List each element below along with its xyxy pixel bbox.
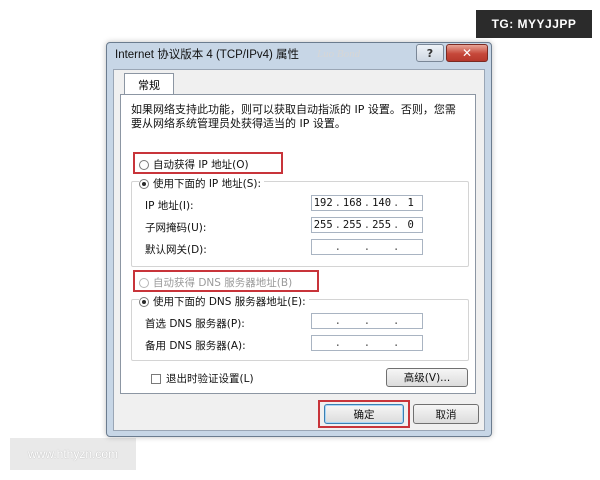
ip-address-input[interactable]: 192. 168. 140. 1 xyxy=(311,195,423,211)
radio-auto-dns-label: 自动获得 DNS 服务器地址(B) xyxy=(153,277,293,289)
validate-checkbox[interactable]: 退出时验证设置(L) xyxy=(151,371,254,386)
validate-checkbox-label: 退出时验证设置(L) xyxy=(166,373,254,385)
help-button[interactable]: ? xyxy=(416,44,444,62)
mask-seg-3: 255 xyxy=(372,219,392,231)
description-text: 如果网络支持此功能，则可以获取自动指派的 IP 设置。否则，您需要从网络系统管理… xyxy=(131,103,456,130)
radio-disabled-icon xyxy=(139,277,149,288)
mask-seg-1: 255 xyxy=(313,219,333,231)
preferred-dns-label: 首选 DNS 服务器(P): xyxy=(145,318,245,330)
gateway-input[interactable]: . . . xyxy=(311,239,423,255)
watermark-site: www.hthyzn.com xyxy=(10,438,136,470)
radio-manual-dns[interactable]: 使用下面的 DNS 服务器地址(E): xyxy=(139,294,309,309)
mask-seg-2: 255 xyxy=(342,219,362,231)
close-button[interactable]: ✕ xyxy=(446,44,488,62)
tab-general[interactable]: 常规 xyxy=(124,73,174,96)
radio-auto-dns[interactable]: 自动获得 DNS 服务器地址(B) xyxy=(139,275,292,290)
title-bar[interactable]: Internet 协议版本 4 (TCP/IPv4) 属性 Luo Bond ?… xyxy=(107,43,491,65)
alternate-dns-label: 备用 DNS 服务器(A): xyxy=(145,340,246,352)
ip-seg-1: 192 xyxy=(313,197,333,209)
radio-manual-dns-label: 使用下面的 DNS 服务器地址(E): xyxy=(153,296,306,308)
subnet-mask-input[interactable]: 255. 255. 255. 0 xyxy=(311,217,423,233)
watermark-tg: TG: MYYJJPP xyxy=(476,10,592,38)
ip-seg-4: 1 xyxy=(407,197,414,209)
question-icon: ? xyxy=(426,46,434,60)
window-title: Internet 协议版本 4 (TCP/IPv4) 属性 xyxy=(115,49,300,61)
radio-checked-icon xyxy=(139,178,149,189)
checkbox-icon xyxy=(151,373,161,384)
mask-seg-4: 0 xyxy=(407,219,414,231)
cancel-button[interactable]: 取消 xyxy=(413,404,479,424)
close-icon: ✕ xyxy=(461,46,473,60)
ip-address-label: IP 地址(I): xyxy=(145,200,194,212)
faint-watermark: Luo Bond xyxy=(317,48,361,60)
radio-icon xyxy=(139,159,149,170)
subnet-mask-label: 子网掩码(U): xyxy=(145,222,207,234)
radio-manual-ip-label: 使用下面的 IP 地址(S): xyxy=(153,178,261,190)
advanced-button[interactable]: 高级(V)... xyxy=(386,368,468,387)
general-panel: 如果网络支持此功能，则可以获取自动指派的 IP 设置。否则，您需要从网络系统管理… xyxy=(120,94,476,394)
tcpip-properties-dialog: Internet 协议版本 4 (TCP/IPv4) 属性 Luo Bond ?… xyxy=(106,42,492,437)
radio-auto-ip[interactable]: 自动获得 IP 地址(O) xyxy=(139,157,249,172)
radio-auto-ip-label: 自动获得 IP 地址(O) xyxy=(153,159,249,171)
ip-seg-2: 168 xyxy=(342,197,362,209)
ip-seg-3: 140 xyxy=(372,197,392,209)
ok-button[interactable]: 确定 xyxy=(324,404,404,424)
radio-manual-ip[interactable]: 使用下面的 IP 地址(S): xyxy=(139,176,264,191)
dialog-client-area: 常规 如果网络支持此功能，则可以获取自动指派的 IP 设置。否则，您需要从网络系… xyxy=(113,69,485,431)
radio-checked-icon xyxy=(139,296,149,307)
alternate-dns-input[interactable]: . . . xyxy=(311,335,423,351)
preferred-dns-input[interactable]: . . . xyxy=(311,313,423,329)
gateway-label: 默认网关(D): xyxy=(145,244,207,256)
